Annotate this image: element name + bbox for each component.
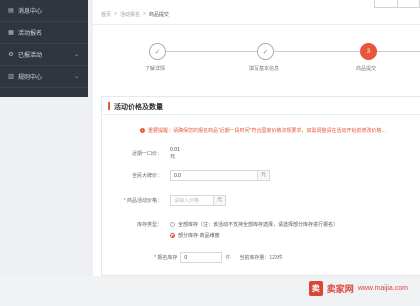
platform-price-input[interactable]: 0.0 元: [170, 170, 270, 181]
stock-quantity-unit: 件: [225, 255, 231, 261]
section-title: 活动价格及数量: [114, 104, 163, 111]
stock-quantity-value: 0: [184, 254, 188, 261]
breadcrumb-activity[interactable]: 活动报名: [120, 11, 140, 18]
radio-checked-icon: [170, 233, 175, 238]
step-connector: [166, 51, 257, 52]
bell-icon: ▤: [8, 8, 14, 14]
step-connector: [274, 51, 360, 52]
notice-text: 重要提醒：请确保您的报名商品“近期一段时间”符合国家价格法规要求，如需调整请在活…: [148, 128, 387, 134]
activity-price-placeholder: 请输入价格: [174, 198, 200, 204]
sidebar-item-activity-signup[interactable]: ▦ 活动报名: [0, 22, 88, 44]
sidebar-item-label: 消息中心: [18, 9, 43, 15]
recent-price-value: 0.01元: [170, 146, 180, 160]
stock-option-all-label: 全部库存（注：该活动不支持全部库存选择，请选择部分库存进行报名）: [178, 222, 339, 228]
step-3-label: 商品提交: [356, 66, 377, 72]
section-header: 活动价格及数量: [102, 97, 420, 115]
step-1-label: 了解详情: [145, 66, 166, 72]
platform-price-label: 全民大牌价：: [131, 173, 162, 179]
warning-icon: !: [140, 128, 145, 133]
sidebar-item-label: 已报活动: [18, 53, 43, 59]
activity-price-input[interactable]: 请输入价格 元: [170, 195, 226, 206]
step-1-check-icon: ✓: [149, 43, 166, 60]
sidebar-item-messages[interactable]: ▤ 消息中心: [0, 0, 88, 22]
platform-price-unit: 元: [257, 171, 269, 180]
step-2-check-icon: ✓: [257, 43, 274, 60]
stock-quantity-row: * 报名库存 0 件 当前库存量：123件: [154, 252, 283, 263]
stock-option-partial-label: 部分库存·商品维度: [178, 233, 220, 239]
notice: ! 重要提醒：请确保您的报名商品“近期一段时间”符合国家价格法规要求，如需调整请…: [140, 127, 386, 134]
sidebar-item-label: 规则中心: [18, 75, 43, 81]
current-stock-text: 当前库存量：123件: [239, 255, 283, 261]
sidebar-item-label: 活动报名: [18, 31, 43, 37]
top-right-controls[interactable]: [374, 0, 420, 8]
progress-steps: ✓ 了解详情 ✓ 填写基本信息 3 商品提交: [93, 38, 420, 78]
main-panel: 首页 > 活动报名 > 商品提交 ✓ 了解详情 ✓ 填写基本信息 3 商品提交 …: [93, 0, 420, 306]
activity-price-label: * 商品活动价格：: [123, 198, 162, 204]
step-2-label: 填写基本信息: [249, 66, 280, 72]
breadcrumb-separator: >: [142, 11, 146, 17]
stock-option-all[interactable]: 全部库存（注：该活动不支持全部库存选择，请选择部分库存进行报名）: [170, 221, 338, 228]
watermark: 卖 卖家网 www.maijia.com: [308, 279, 408, 297]
chevron-down-icon: ⌄: [73, 52, 79, 58]
document-icon: ▥: [8, 74, 14, 80]
price-quantity-section: 活动价格及数量 ! 重要提醒：请确保您的报名商品“近期一段时间”符合国家价格法规…: [101, 96, 420, 276]
breadcrumb: 首页 > 活动报名 > 商品提交: [101, 11, 169, 18]
radio-unchecked-icon: [170, 222, 175, 227]
sidebar-item-registered[interactable]: ⚙ 已报活动 ⌄: [0, 44, 88, 66]
chevron-down-icon: ⌄: [73, 74, 79, 80]
recent-price-label: 近期一口价：: [131, 150, 162, 157]
stock-quantity-label: * 报名库存: [154, 255, 178, 261]
section-accent-bar: [108, 102, 110, 110]
platform-price-value: 0.0: [174, 172, 181, 179]
calendar-icon: ▦: [8, 30, 14, 36]
watermark-url: www.maijia.com: [357, 284, 408, 292]
watermark-logo: 卖: [308, 280, 323, 296]
breadcrumb-separator: >: [114, 11, 117, 17]
sidebar: ▤ 消息中心 ▦ 活动报名 ⚙ 已报活动 ⌄ ▥ 规则中心 ⌄: [0, 0, 88, 97]
breadcrumb-current: 商品提交: [148, 12, 169, 18]
stock-option-partial[interactable]: 部分库存·商品维度: [170, 232, 220, 239]
divider: [93, 24, 420, 25]
step-3-number: 3: [360, 43, 377, 60]
watermark-name: 卖家网: [326, 283, 354, 294]
stock-type-label: 库存类型：: [136, 222, 162, 228]
step-connector: [377, 51, 420, 52]
sidebar-item-rules[interactable]: ▥ 规则中心 ⌄: [0, 66, 88, 88]
gear-icon: ⚙: [8, 52, 14, 58]
activity-price-unit: 元: [213, 196, 225, 205]
stock-quantity-input[interactable]: 0: [180, 252, 223, 263]
breadcrumb-home[interactable]: 首页: [101, 11, 111, 18]
